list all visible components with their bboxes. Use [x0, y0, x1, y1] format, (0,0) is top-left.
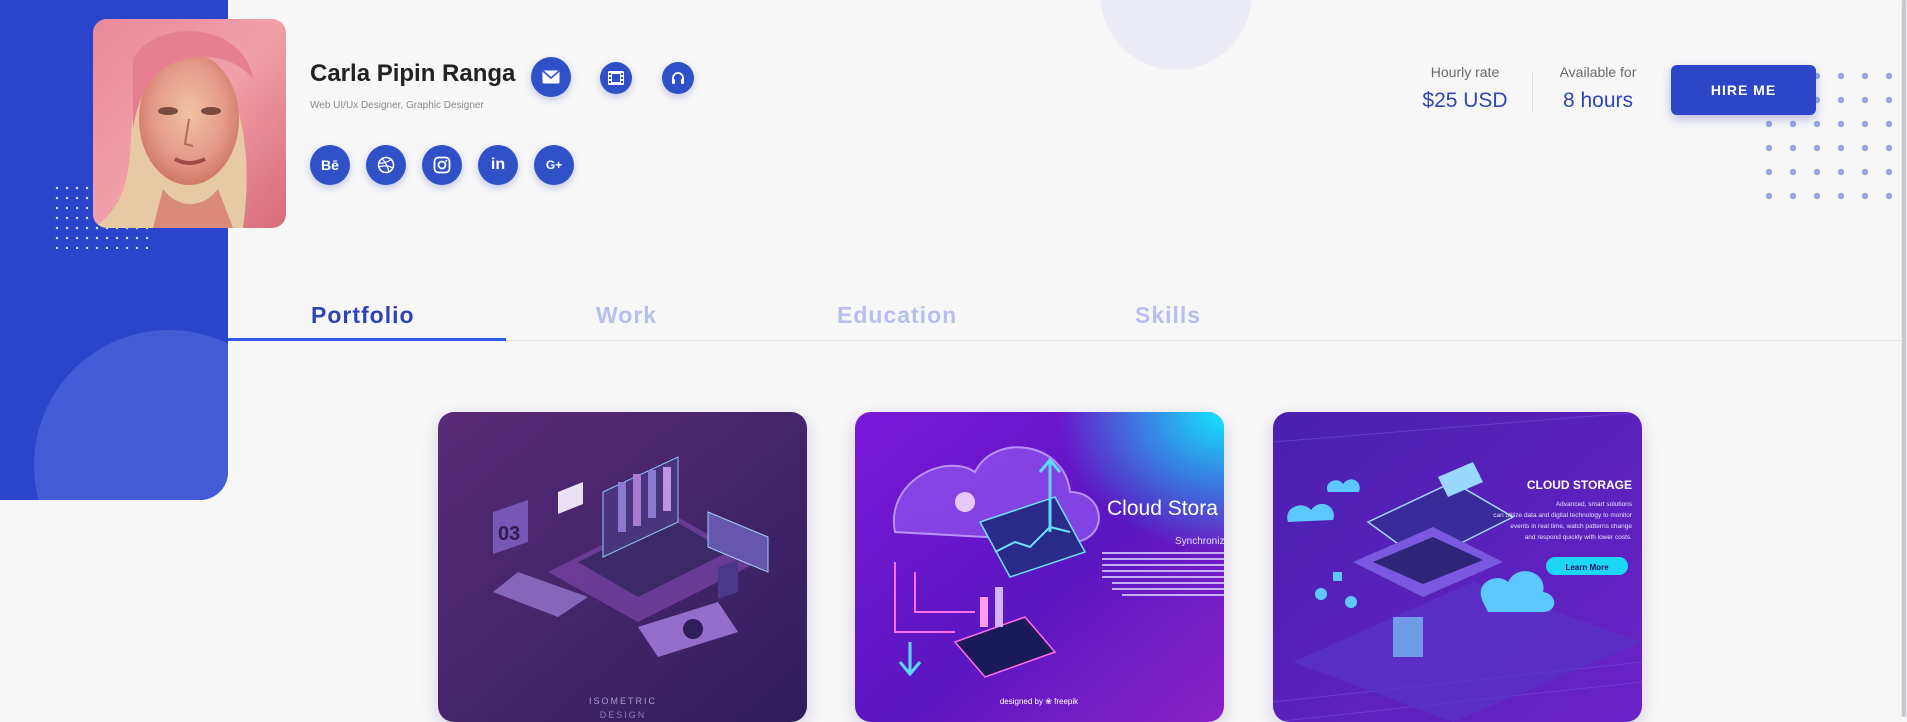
- scrollbar-thumb[interactable]: [1902, 0, 1906, 717]
- behance-icon: Bē: [321, 157, 339, 173]
- svg-text:03: 03: [498, 523, 520, 545]
- profile-subtitle: Web UI/Ux Designer, Graphic Designer: [310, 100, 484, 111]
- card-desc-4: and respond quickly with lower costs.: [1525, 534, 1632, 541]
- hourly-rate: Hourly rate $25 USD: [1410, 64, 1520, 113]
- google-plus-icon: G+: [545, 158, 563, 172]
- tab-education[interactable]: Education: [837, 302, 957, 329]
- video-button[interactable]: [600, 62, 632, 94]
- portfolio-card-isometric[interactable]: 03 ISOMETRIC DESIGN: [438, 412, 807, 722]
- card-caption: ISOMETRIC: [589, 696, 657, 706]
- card-caption-2: DESIGN: [600, 710, 647, 720]
- audio-button[interactable]: [662, 62, 694, 94]
- card-subtitle: Synchroniz: [1175, 536, 1224, 547]
- hourly-rate-value: $25 USD: [1422, 89, 1508, 112]
- dribbble-button[interactable]: [366, 145, 406, 185]
- portfolio-card-cloud-storage-2[interactable]: CLOUD STORAGE Advanced, smart solutions …: [1273, 412, 1642, 722]
- linkedin-icon: in: [490, 156, 506, 173]
- card-credit: designed by ❀ freepik: [1000, 697, 1079, 706]
- card-desc-2: can utilize data and digital technology …: [1493, 512, 1633, 519]
- instagram-icon: [433, 156, 451, 174]
- learn-more-label: Learn More: [1565, 563, 1609, 572]
- avatar: [93, 19, 286, 228]
- availability-value: 8 hours: [1562, 89, 1634, 112]
- active-tab-indicator: [228, 338, 506, 341]
- card-desc-1: Advanced, smart solutions: [1556, 501, 1633, 508]
- decorative-circle-top: [1100, 0, 1252, 70]
- scrollbar[interactable]: [1901, 0, 1907, 717]
- instagram-button[interactable]: [422, 145, 462, 185]
- stats-divider: [1532, 73, 1533, 113]
- behance-button[interactable]: Bē: [310, 145, 350, 185]
- mail-icon: [542, 70, 560, 84]
- linkedin-button[interactable]: in: [478, 145, 518, 185]
- portfolio-card-cloud-storage-1[interactable]: Cloud Stora Synchroniz designed by ❀ fre…: [855, 412, 1224, 722]
- tab-skills[interactable]: Skills: [1135, 302, 1201, 329]
- decorative-circle: [34, 330, 228, 500]
- card-title: Cloud Stora: [1107, 497, 1218, 520]
- email-button[interactable]: [531, 57, 571, 97]
- hire-me-button[interactable]: HIRE ME: [1671, 65, 1816, 115]
- profile-name: Carla Pipin Ranga: [310, 60, 516, 87]
- google-plus-button[interactable]: G+: [534, 145, 574, 185]
- availability: Available for 8 hours: [1543, 64, 1653, 113]
- card-title: CLOUD STORAGE: [1527, 478, 1632, 492]
- headphones-icon: [672, 72, 684, 84]
- tab-work[interactable]: Work: [596, 302, 657, 329]
- dribbble-icon: [377, 156, 395, 174]
- availability-label: Available for: [1559, 64, 1637, 80]
- film-icon: [608, 71, 624, 85]
- hourly-rate-label: Hourly rate: [1430, 64, 1500, 80]
- card-desc-3: events in real time, watch patterns chan…: [1510, 523, 1632, 530]
- tab-portfolio[interactable]: Portfolio: [311, 302, 415, 329]
